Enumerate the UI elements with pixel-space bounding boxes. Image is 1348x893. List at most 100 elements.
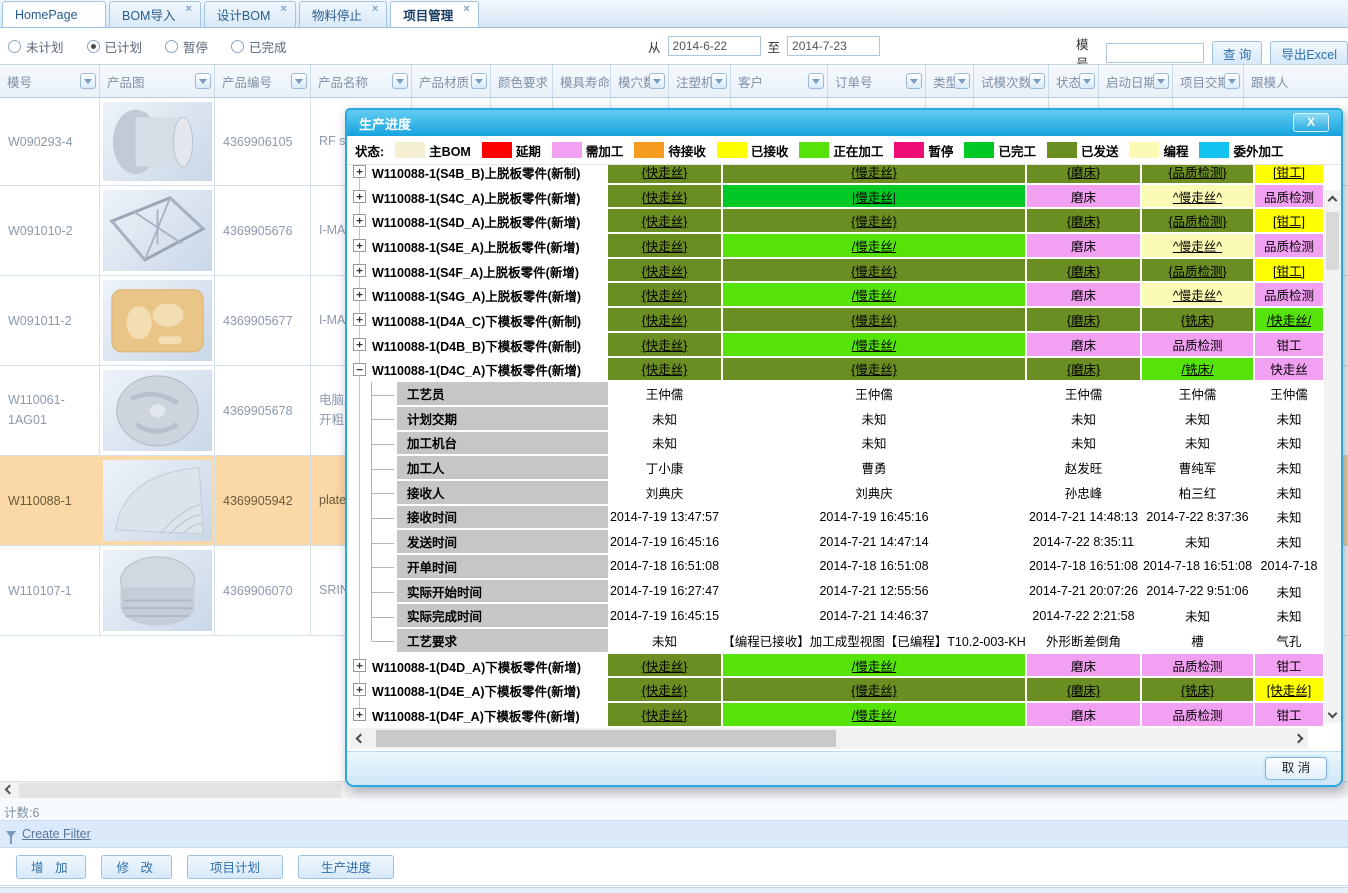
stage-cell[interactable]: ^慢走丝^ bbox=[1142, 234, 1255, 259]
stage-cell[interactable]: {快走丝} bbox=[608, 703, 723, 728]
add-button[interactable]: 增 加 bbox=[16, 855, 86, 879]
scrollbar-thumb[interactable] bbox=[376, 730, 836, 747]
stage-cell[interactable]: 品质检测 bbox=[1255, 283, 1325, 308]
scroll-left-button[interactable] bbox=[350, 728, 370, 749]
expand-plus-icon[interactable]: + bbox=[353, 683, 366, 696]
expand-plus-icon[interactable]: + bbox=[353, 659, 366, 672]
stage-cell[interactable]: {快走丝} bbox=[608, 654, 723, 679]
stage-cell[interactable]: {快走丝} bbox=[608, 165, 723, 185]
stage-cell[interactable]: [快走丝] bbox=[1255, 678, 1325, 703]
stage-cell[interactable]: 钳工 bbox=[1255, 703, 1325, 728]
stage-cell[interactable]: {磨床} bbox=[1027, 308, 1142, 333]
stage-cell[interactable]: {快走丝} bbox=[608, 209, 723, 234]
stage-cell[interactable]: 磨床 bbox=[1027, 333, 1142, 358]
filter-dropdown-icon[interactable] bbox=[1224, 73, 1240, 89]
stage-cell[interactable]: {慢走丝} bbox=[723, 165, 1027, 185]
stage-cell[interactable]: {慢走丝} bbox=[723, 209, 1027, 234]
stage-cell[interactable]: {铣床} bbox=[1142, 308, 1255, 333]
stage-cell[interactable]: 品质检测 bbox=[1255, 185, 1325, 210]
tab-design-bom[interactable]: 设计BOM× bbox=[204, 1, 296, 27]
stage-cell[interactable]: 磨床 bbox=[1027, 234, 1142, 259]
dialog-close-button[interactable]: X bbox=[1293, 113, 1329, 132]
close-tab-icon[interactable]: × bbox=[463, 4, 469, 14]
stage-cell[interactable]: 磨床 bbox=[1027, 654, 1142, 679]
close-tab-icon[interactable]: × bbox=[280, 4, 286, 14]
stage-cell[interactable]: {磨床} bbox=[1027, 678, 1142, 703]
stage-cell[interactable]: {品质检测} bbox=[1142, 209, 1255, 234]
expand-plus-icon[interactable]: + bbox=[353, 288, 366, 301]
stage-cell[interactable]: ^慢走丝^ bbox=[1142, 283, 1255, 308]
close-tab-icon[interactable]: × bbox=[372, 4, 378, 14]
stage-cell[interactable]: /慢走丝/ bbox=[723, 283, 1027, 308]
stage-cell[interactable]: {快走丝} bbox=[608, 185, 723, 210]
filter-dropdown-icon[interactable] bbox=[808, 73, 824, 89]
project-plan-button[interactable]: 项目计划 bbox=[187, 855, 283, 879]
stage-cell[interactable]: {快走丝} bbox=[608, 283, 723, 308]
collapse-minus-icon[interactable]: − bbox=[353, 363, 366, 376]
stage-cell[interactable]: 快走丝 bbox=[1255, 358, 1325, 383]
stage-cell[interactable]: [钳工] bbox=[1255, 209, 1325, 234]
modify-button[interactable]: 修 改 bbox=[101, 855, 171, 879]
scroll-left-icon[interactable] bbox=[5, 785, 15, 795]
tree-row[interactable]: +W110088-1(D4A_C)下模板零件(新制){快走丝}{慢走丝}{磨床}… bbox=[347, 308, 1341, 333]
tree-row[interactable]: +W110088-1(D4B_B)下模板零件(新制){快走丝}/慢走丝/磨床品质… bbox=[347, 333, 1341, 358]
stage-cell[interactable]: |慢走丝| bbox=[723, 185, 1027, 210]
radio-finished[interactable]: 已完成 bbox=[231, 37, 287, 56]
tree-row[interactable]: +W110088-1(S4C_A)上脱板零件(新增){快走丝}|慢走丝|磨床^慢… bbox=[347, 185, 1341, 210]
tab-homepage[interactable]: HomePage bbox=[2, 1, 106, 27]
tree-row[interactable]: +W110088-1(S4G_A)上脱板零件(新增){快走丝}/慢走丝/磨床^慢… bbox=[347, 283, 1341, 308]
mold-no-input[interactable] bbox=[1106, 43, 1204, 63]
stage-cell[interactable]: /慢走丝/ bbox=[723, 333, 1027, 358]
dialog-title-bar[interactable]: 生产进度 X bbox=[347, 110, 1341, 136]
stage-cell[interactable]: /慢走丝/ bbox=[723, 234, 1027, 259]
filter-dropdown-icon[interactable] bbox=[906, 73, 922, 89]
stage-cell[interactable]: 磨床 bbox=[1027, 185, 1142, 210]
filter-dropdown-icon[interactable] bbox=[291, 73, 307, 89]
stage-cell[interactable]: 品质检测 bbox=[1142, 703, 1255, 728]
expand-plus-icon[interactable]: + bbox=[353, 165, 366, 178]
stage-cell[interactable]: 磨床 bbox=[1027, 283, 1142, 308]
stage-cell[interactable]: 钳工 bbox=[1255, 654, 1325, 679]
stage-cell[interactable]: {慢走丝} bbox=[723, 678, 1027, 703]
stage-cell[interactable]: /铣床/ bbox=[1142, 358, 1255, 383]
stage-cell[interactable]: {磨床} bbox=[1027, 358, 1142, 383]
production-progress-button[interactable]: 生产进度 bbox=[298, 855, 394, 879]
tree-row[interactable]: +W110088-1(S4E_A)上脱板零件(新增){快走丝}/慢走丝/磨床^慢… bbox=[347, 234, 1341, 259]
tab-project-management[interactable]: 项目管理× bbox=[390, 1, 478, 27]
expand-plus-icon[interactable]: + bbox=[353, 239, 366, 252]
stage-cell[interactable]: /快走丝/ bbox=[1255, 308, 1325, 333]
stage-cell[interactable]: [钳工] bbox=[1255, 259, 1325, 284]
tree-horizontal-scrollbar[interactable] bbox=[350, 728, 1308, 749]
tree-row-expanded[interactable]: −W110088-1(D4C_A)下模板零件(新增){快走丝}{慢走丝}{磨床}… bbox=[347, 358, 1341, 383]
stage-cell[interactable]: {快走丝} bbox=[608, 259, 723, 284]
filter-dropdown-icon[interactable] bbox=[1029, 73, 1045, 89]
stage-cell[interactable]: [钳工] bbox=[1255, 165, 1325, 185]
stage-cell[interactable]: 品质检测 bbox=[1255, 234, 1325, 259]
stage-cell[interactable]: {磨床} bbox=[1027, 259, 1142, 284]
scroll-up-button[interactable] bbox=[1324, 190, 1341, 210]
stage-cell[interactable]: ^慢走丝^ bbox=[1142, 185, 1255, 210]
stage-cell[interactable]: 钳工 bbox=[1255, 333, 1325, 358]
stage-cell[interactable]: {慢走丝} bbox=[723, 259, 1027, 284]
filter-dropdown-icon[interactable] bbox=[954, 73, 970, 89]
scrollbar-thumb[interactable] bbox=[1326, 212, 1339, 270]
stage-cell[interactable]: {慢走丝} bbox=[723, 358, 1027, 383]
tab-bom-import[interactable]: BOM导入× bbox=[109, 1, 201, 27]
date-from-input[interactable] bbox=[668, 36, 761, 56]
stage-cell[interactable]: {快走丝} bbox=[608, 333, 723, 358]
stage-cell[interactable]: 品质检测 bbox=[1142, 333, 1255, 358]
create-filter-link[interactable]: Create Filter bbox=[22, 827, 91, 841]
tree-row[interactable]: +W110088-1(S4B_B)上脱板零件(新制){快走丝}{慢走丝}{磨床}… bbox=[347, 165, 1341, 185]
stage-cell[interactable]: {快走丝} bbox=[608, 358, 723, 383]
stage-cell[interactable]: /慢走丝/ bbox=[723, 703, 1027, 728]
filter-dropdown-icon[interactable] bbox=[392, 73, 408, 89]
stage-cell[interactable]: 磨床 bbox=[1027, 703, 1142, 728]
scrollbar-thumb[interactable] bbox=[19, 783, 341, 798]
radio-unplanned[interactable]: 未计划 bbox=[8, 37, 64, 56]
stage-cell[interactable]: {铣床} bbox=[1142, 678, 1255, 703]
date-to-input[interactable] bbox=[787, 36, 880, 56]
stage-cell[interactable]: {品质检测} bbox=[1142, 165, 1255, 185]
filter-dropdown-icon[interactable] bbox=[1153, 73, 1169, 89]
filter-dropdown-icon[interactable] bbox=[1079, 73, 1095, 89]
stage-cell[interactable]: /慢走丝/ bbox=[723, 654, 1027, 679]
